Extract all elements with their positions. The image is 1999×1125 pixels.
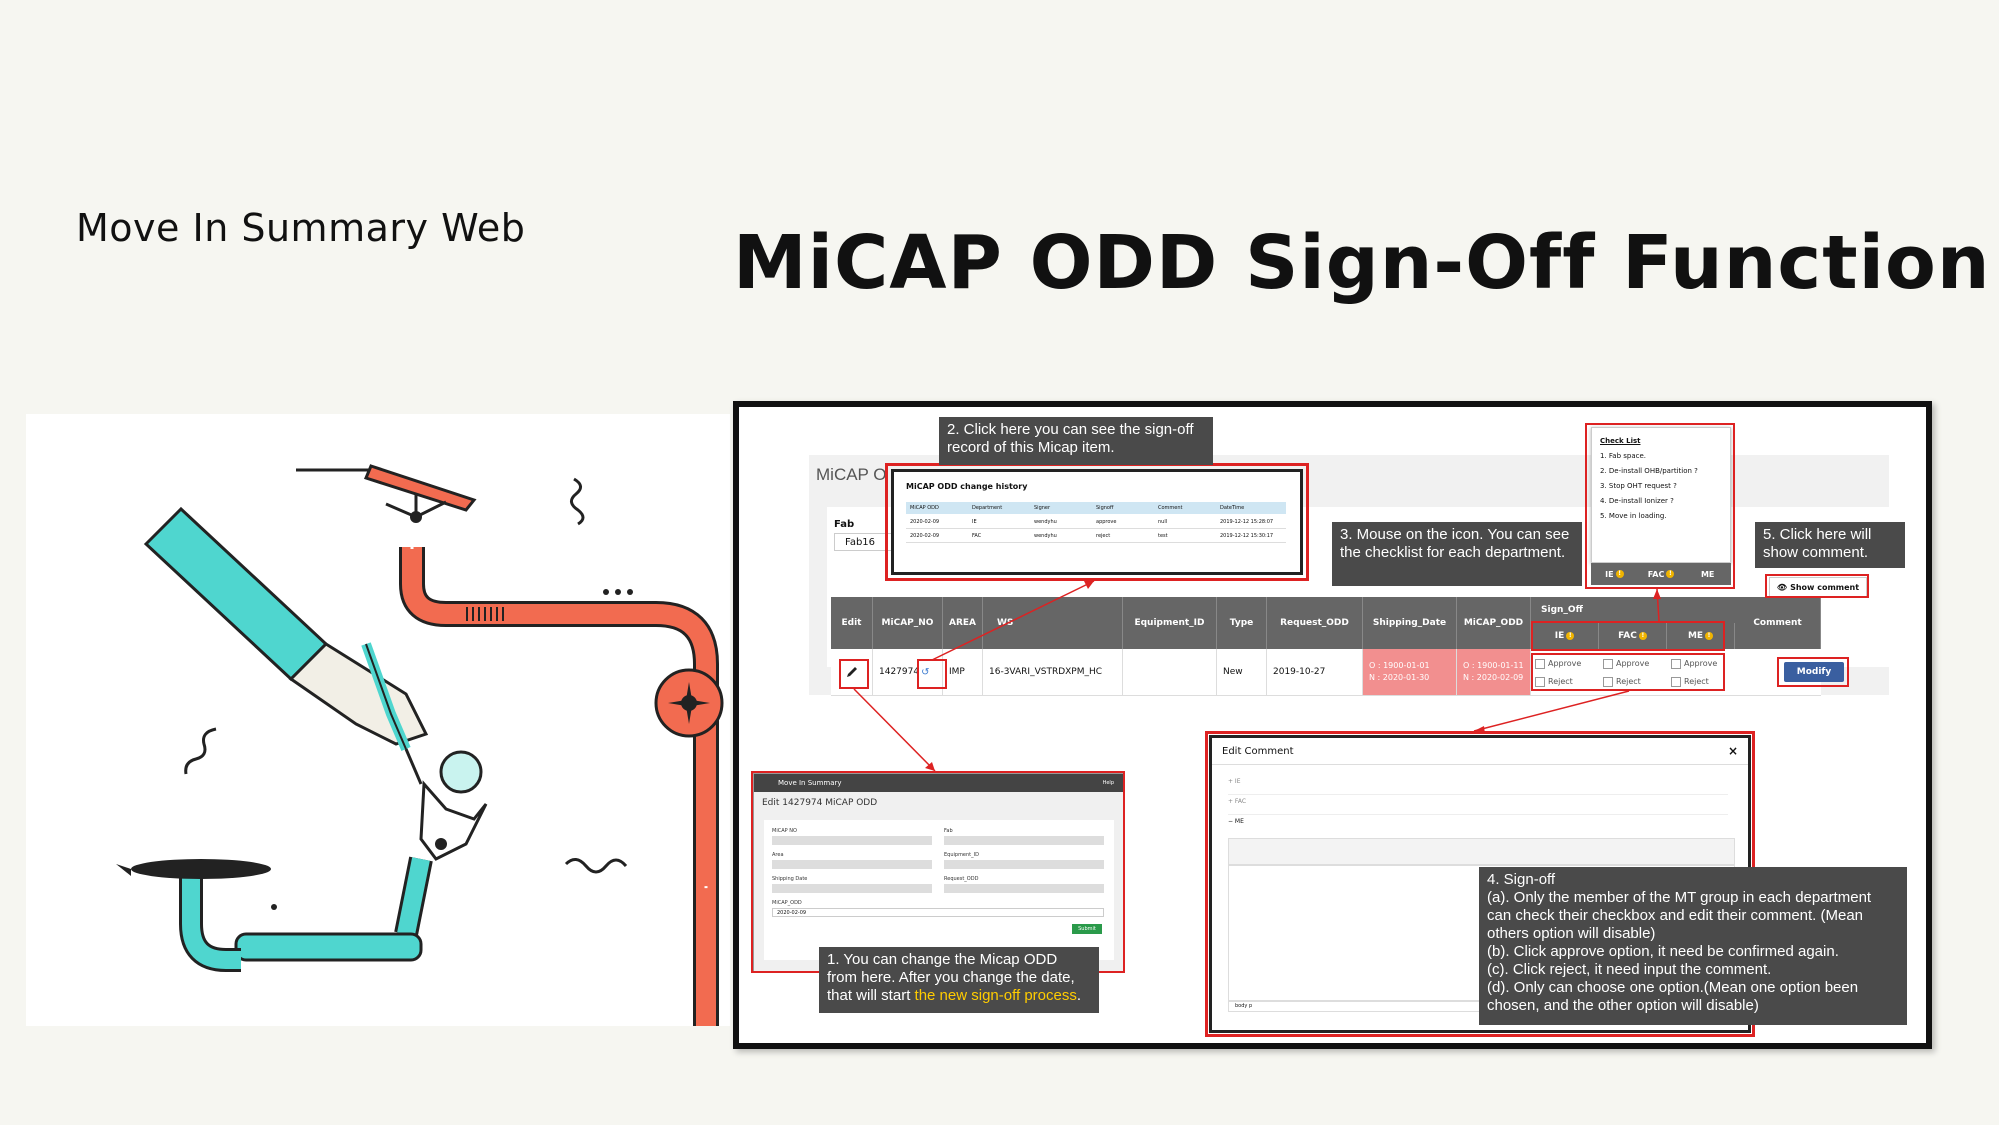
callout-4: 4. Sign-off (a). Only the member of the … bbox=[1479, 867, 1907, 1025]
callout-1: 1. You can change the Micap ODD from her… bbox=[819, 947, 1099, 1013]
slide-title: MiCAP ODD Sign-Off Function bbox=[733, 220, 1991, 306]
callout-1-highlight: the new sign-off process bbox=[914, 987, 1077, 1004]
robot-arm-illustration bbox=[26, 414, 730, 1026]
callout-5: 5. Click here will show comment. bbox=[1755, 522, 1905, 568]
callout-2: 2. Click here you can see the sign-off r… bbox=[939, 417, 1213, 465]
callout-3: 3. Mouse on the icon. You can see the ch… bbox=[1332, 522, 1582, 586]
app-screenshot: MiCAP O Fab Fab16 Edit MiCAP_NO AREA WS … bbox=[733, 401, 1932, 1049]
slide-subtitle: Move In Summary Web bbox=[76, 206, 526, 250]
